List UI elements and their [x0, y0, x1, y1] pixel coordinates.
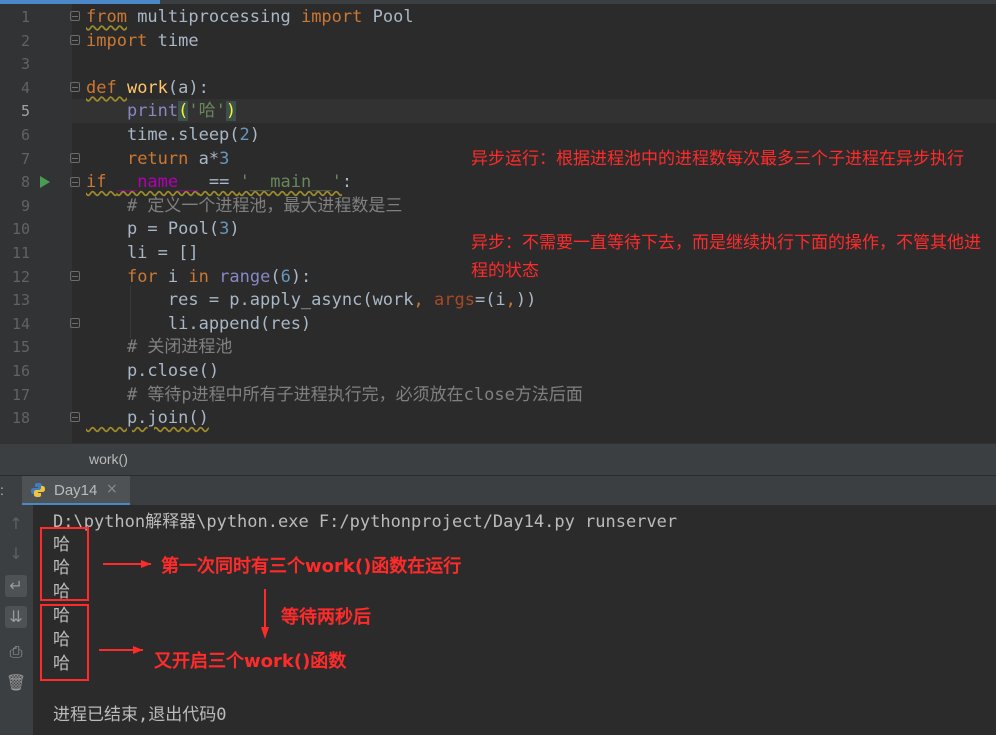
code-line-11: li = []: [86, 243, 199, 263]
line-number-gutter: 1 2 3 4 5 6 7 8 9 10 11 12 13 14 15 16 1…: [0, 4, 72, 443]
fold-marker-icon[interactable]: [70, 271, 80, 281]
line-number: 2: [20, 31, 30, 50]
line-number: 13: [11, 291, 30, 310]
code-line-7: return a*3: [126, 148, 230, 169]
scroll-up-icon[interactable]: ↑: [5, 513, 27, 535]
run-console[interactable]: D:\python解释器\python.exe F:/pythonproject…: [33, 505, 996, 735]
line-number: 1: [20, 8, 30, 26]
code-line-2: import time: [86, 30, 199, 51]
run-tab-day14[interactable]: Day14 ×: [22, 476, 130, 506]
line-number: 16: [11, 362, 30, 380]
arrow-head-first: [141, 560, 151, 568]
code-line-12: for i in range(6):: [126, 266, 312, 287]
annotation-wait: 等待两秒后: [281, 607, 371, 628]
line-number: 12: [11, 267, 30, 286]
fold-marker-icon[interactable]: [70, 82, 80, 92]
line-number: 9: [20, 196, 30, 215]
fold-marker-icon[interactable]: [70, 153, 80, 163]
breadcrumb-item[interactable]: work(): [89, 451, 128, 467]
editor-tab-strip: [0, 0, 996, 4]
code-line-10: p = Pool(3): [86, 219, 240, 240]
annotation-first-batch: 第一次同时有三个work()函数在运行: [161, 556, 462, 577]
run-gutter-icon[interactable]: [40, 176, 50, 188]
code-line-14: li.append(res): [86, 313, 312, 334]
annotation-async-definition: 异步：不需要一直等待下去，而是继续执行下面的操作，不管其他进程的状态: [471, 233, 981, 281]
scroll-down-icon[interactable]: ↓: [5, 543, 27, 565]
run-label: :: [0, 482, 4, 498]
soft-wrap-icon[interactable]: ↵: [5, 575, 27, 597]
fold-marker-icon[interactable]: [70, 11, 80, 21]
arrow-head-wait: [261, 627, 269, 639]
line-number: 10: [11, 220, 30, 239]
code-line-15: # 关闭进程池: [86, 337, 233, 358]
breadcrumb: work(): [0, 443, 996, 476]
scroll-to-end-icon[interactable]: ⇊: [5, 606, 27, 628]
line-number: 6: [20, 126, 30, 144]
code-line-1: from multiprocessing import Pool: [86, 7, 414, 27]
line-number: 17: [11, 385, 30, 404]
python-icon: [31, 483, 45, 497]
print-icon[interactable]: ⎙: [5, 641, 27, 663]
line-number: 8: [20, 173, 30, 192]
line-number: 14: [11, 314, 30, 333]
code-line-17: # 等待p进程中所有子进程执行完，必须放在close方法后面: [86, 384, 583, 405]
code-line-13: res = p.apply_async(work, args=(i,)): [86, 290, 537, 311]
run-tab-label: Day14: [54, 482, 98, 499]
code-line-5: print('哈'): [126, 101, 237, 122]
fold-marker-icon[interactable]: [70, 177, 80, 187]
code-line-9: # 定义一个进程池，最大进程数是三: [86, 195, 403, 216]
run-toolbar: ↑ ↓ ↵ ⇊ ⎙ 🗑: [0, 505, 33, 735]
code-line-4: def work(a):: [86, 77, 209, 98]
close-icon[interactable]: ×: [106, 481, 118, 497]
arrow-head-second: [133, 646, 143, 654]
line-number: 3: [20, 55, 30, 74]
fold-marker-icon[interactable]: [70, 318, 80, 328]
code-line-16: p.close(): [86, 361, 220, 381]
code-line-8: if __name__ == '__main__':: [86, 172, 353, 193]
code-line-6: time.sleep(2): [86, 125, 261, 145]
line-number: 18: [11, 409, 30, 428]
code-line-18: p.join(): [86, 408, 209, 429]
fold-marker-icon[interactable]: [70, 412, 80, 422]
line-number: 15: [11, 338, 30, 357]
line-number: 4: [20, 78, 30, 97]
trash-icon[interactable]: 🗑: [5, 672, 27, 694]
line-number: 5: [20, 102, 30, 121]
fold-marker-icon[interactable]: [70, 35, 80, 45]
annotation-second-batch: 又开启三个work()函数: [154, 651, 347, 672]
line-number: 11: [11, 244, 30, 262]
annotation-async-run: 异步运行：根据进程池中的进程数每次最多三个子进程在异步执行: [471, 149, 964, 169]
line-number: 7: [20, 149, 30, 168]
code-editor[interactable]: 1 2 3 4 5 6 7 8 9 10 11 12 13 14 15 16 1…: [0, 0, 996, 443]
run-tool-window-header: : Day14 ×: [0, 475, 996, 507]
process-exit-message: 进程已结束,退出代码0: [53, 705, 227, 725]
